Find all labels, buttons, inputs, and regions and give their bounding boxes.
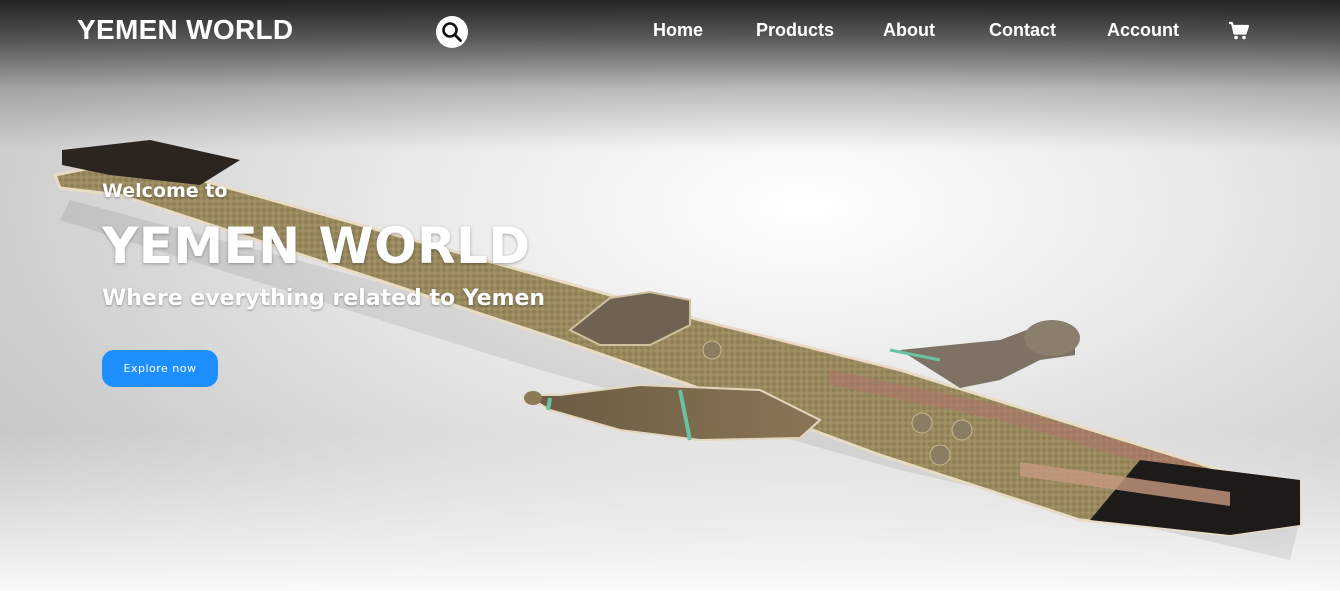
nav-account-link[interactable]: Account (1107, 20, 1179, 41)
top-navbar: YEMEN WORLD Home Products About Contact … (0, 0, 1340, 64)
hero-tagline: Where everything related to Yemen (102, 286, 546, 311)
cart-button[interactable] (1228, 21, 1250, 45)
nav-about-link[interactable]: About (883, 20, 935, 41)
hero-welcome-text: Welcome to (102, 180, 228, 202)
hero-title: YEMEN WORLD (102, 217, 531, 275)
nav-home-link[interactable]: Home (653, 20, 703, 41)
nav-menu: Home Products About Contact Account (0, 20, 1340, 46)
nav-contact-link[interactable]: Contact (989, 20, 1056, 41)
explore-now-button[interactable]: Explore now (102, 350, 218, 387)
hero-section: Welcome to YEMEN WORLD Where everything … (102, 180, 545, 311)
cart-icon (1229, 21, 1250, 40)
nav-products-link[interactable]: Products (756, 20, 834, 41)
